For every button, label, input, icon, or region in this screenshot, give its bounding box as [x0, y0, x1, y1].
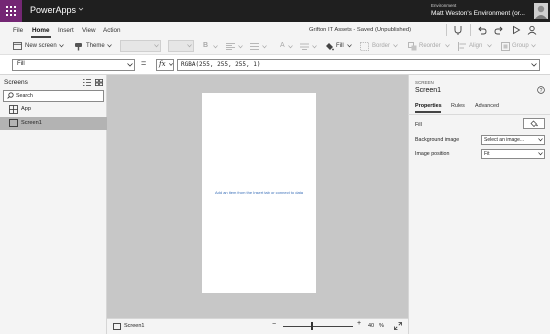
chevron-down-icon[interactable] — [445, 44, 450, 48]
tree-item-label: App — [21, 106, 31, 112]
chevron-down-icon[interactable] — [393, 44, 398, 48]
zoom-slider[interactable] — [283, 326, 353, 327]
tab-properties[interactable]: Properties — [415, 103, 442, 109]
redo-icon[interactable] — [494, 25, 504, 35]
menu-file[interactable]: File — [13, 27, 23, 34]
text-style-icon[interactable] — [300, 43, 309, 50]
current-screen-label[interactable]: Screen1 — [124, 323, 145, 329]
help-icon[interactable]: ? — [537, 86, 545, 94]
screens-panel-title: Screens — [4, 79, 28, 86]
bold-button[interactable]: B — [203, 42, 208, 49]
line-spacing-icon[interactable] — [250, 43, 259, 50]
menu-view[interactable]: View — [82, 27, 96, 34]
canvas-hint-text: Add an item from the Insert tab or conne… — [214, 190, 304, 195]
fit-to-window-icon[interactable] — [394, 322, 402, 330]
thumbnail-view-icon[interactable] — [95, 79, 103, 86]
chevron-down-icon — [169, 63, 173, 66]
group-icon — [501, 42, 510, 51]
menu-action[interactable]: Action — [103, 27, 121, 34]
menu-home[interactable]: Home — [32, 27, 50, 34]
environment-name[interactable]: Matt Weston's Environment (or... — [431, 10, 525, 17]
new-screen-icon — [13, 42, 22, 50]
zoom-out-button[interactable]: − — [272, 321, 276, 328]
fill-bucket-icon — [530, 120, 538, 127]
screen-icon — [9, 119, 18, 127]
background-image-label: Background image — [415, 137, 460, 143]
search-icon — [7, 92, 14, 99]
new-screen-button[interactable]: New screen — [25, 43, 57, 49]
screen-icon — [113, 323, 121, 330]
chevron-down-icon — [538, 138, 543, 142]
reorder-icon — [408, 42, 417, 51]
menu-insert[interactable]: Insert — [58, 27, 74, 34]
svg-text:?: ? — [540, 88, 543, 94]
tab-advanced[interactable]: Advanced — [475, 103, 499, 109]
active-tab-indicator — [415, 111, 441, 113]
avatar[interactable] — [534, 3, 548, 19]
image-position-dropdown[interactable] — [481, 149, 545, 159]
divider — [408, 114, 550, 115]
fx-label: fx — [159, 60, 166, 68]
group-button[interactable]: Group — [512, 43, 529, 49]
chevron-down-icon[interactable] — [59, 44, 64, 48]
theme-icon — [74, 42, 83, 51]
reorder-button[interactable]: Reorder — [419, 43, 441, 49]
chevron-down-icon[interactable] — [347, 44, 352, 48]
app-icon — [9, 105, 18, 114]
image-position-label: Image position — [415, 151, 450, 157]
control-type-label: SCREEN — [415, 80, 434, 85]
undo-icon[interactable] — [477, 25, 487, 35]
text-align-icon[interactable] — [226, 43, 235, 50]
app-checker-icon[interactable] — [453, 25, 463, 35]
fill-bucket-icon — [325, 42, 334, 51]
chevron-down-icon[interactable] — [238, 45, 243, 49]
app-name: PowerApps — [30, 5, 77, 15]
divider — [470, 24, 471, 36]
font-color-icon[interactable]: A — [280, 42, 285, 49]
border-icon — [360, 42, 369, 51]
chevron-down-icon[interactable] — [531, 63, 537, 67]
chevron-down-icon[interactable] — [262, 45, 267, 49]
status-bar — [107, 318, 408, 334]
search-placeholder: Search — [16, 93, 33, 99]
tree-item-label: Screen1 — [21, 120, 42, 126]
property-dropdown-value: Fill — [17, 61, 25, 67]
theme-button[interactable]: Theme — [86, 43, 105, 49]
zoom-in-button[interactable]: + — [357, 320, 361, 327]
chevron-down-icon — [127, 63, 133, 67]
zoom-unit: % — [379, 323, 384, 329]
property-dropdown[interactable] — [12, 59, 135, 71]
border-button[interactable]: Border — [372, 43, 390, 49]
chevron-down-icon[interactable] — [78, 6, 84, 12]
chevron-down-icon — [187, 44, 192, 48]
environment-label: Environment — [431, 3, 457, 8]
chevron-down-icon[interactable] — [312, 45, 317, 49]
equals-sign: = — [141, 58, 147, 68]
align-icon — [458, 42, 467, 51]
align-button[interactable]: Align — [469, 43, 482, 49]
tab-rules[interactable]: Rules — [451, 103, 465, 109]
zoom-slider-thumb[interactable] — [311, 322, 313, 330]
preview-play-icon[interactable] — [511, 25, 521, 35]
chevron-down-icon[interactable] — [288, 45, 293, 49]
background-image-value: Select an image... — [484, 137, 525, 143]
chevron-down-icon — [538, 152, 543, 156]
chevron-down-icon — [154, 44, 159, 48]
chevron-down-icon[interactable] — [531, 44, 536, 48]
app-launcher-icon[interactable] — [0, 0, 22, 22]
zoom-value: 40 — [368, 323, 375, 329]
list-view-icon[interactable] — [83, 79, 91, 86]
user-icon[interactable] — [527, 25, 537, 35]
chevron-down-icon[interactable] — [487, 44, 492, 48]
document-title: Grifton IT Assets - Saved (Unpublished) — [309, 27, 412, 33]
fill-property-label: Fill — [415, 122, 422, 128]
divider — [446, 24, 447, 36]
chevron-down-icon[interactable] — [213, 45, 218, 49]
control-name[interactable]: Screen1 — [415, 87, 441, 94]
fill-button[interactable]: Fill — [336, 43, 344, 49]
chevron-down-icon[interactable] — [107, 44, 112, 48]
formula-text: RGBA(255, 255, 255, 1) — [181, 61, 261, 68]
image-position-value: Fit — [484, 151, 490, 157]
